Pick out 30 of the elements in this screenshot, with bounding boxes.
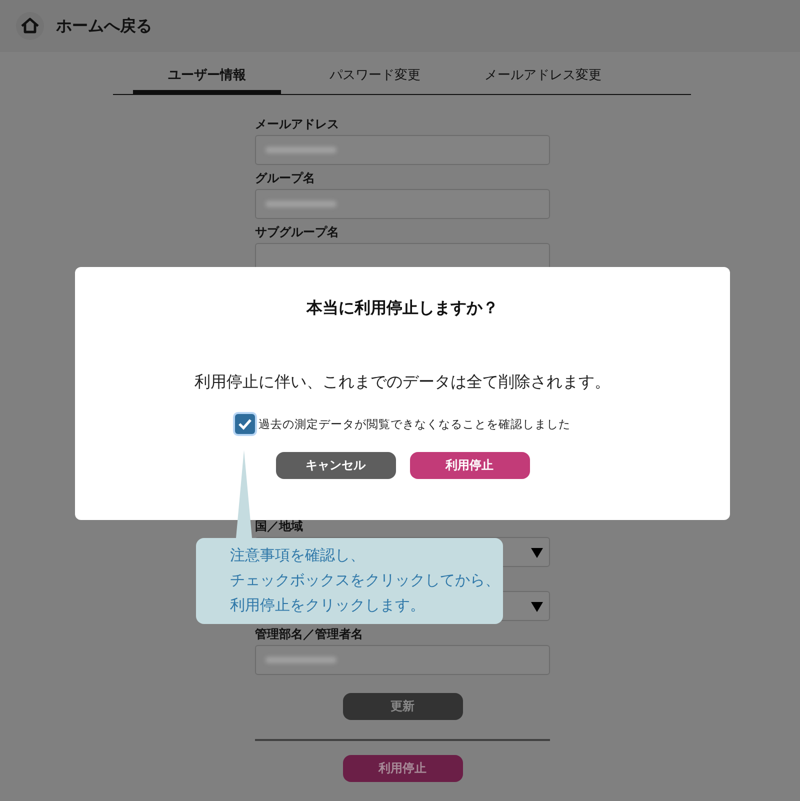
input-field[interactable] (255, 189, 550, 219)
field-label: グループ名 (255, 170, 316, 186)
checkmark-icon (238, 418, 252, 430)
dialog-message: 利用停止に伴い、これまでのデータは全て削除されます。 (194, 372, 610, 393)
field-label: サブグループ名 (255, 224, 340, 240)
redacted-value (266, 147, 336, 153)
dropdown-caret-icon (531, 602, 543, 612)
home-icon[interactable] (16, 12, 44, 40)
field-label: メールアドレス (255, 116, 340, 132)
callout-text: 注意事項を確認し、 (230, 545, 365, 566)
tab[interactable]: ユーザー情報 (133, 64, 281, 94)
confirm-button[interactable]: 利用停止 (410, 452, 530, 479)
update-button[interactable]: 更新 (342, 693, 462, 720)
callout-text: チェックボックスをクリックしてから、 (230, 570, 500, 591)
checkbox-label[interactable]: 過去の測定データが閲覧できなくなることを確認しました (258, 416, 570, 432)
input-field[interactable] (255, 645, 550, 675)
field-label: 管理部名／管理者名 (255, 626, 364, 642)
redacted-value (266, 657, 336, 663)
checkbox[interactable] (234, 414, 254, 434)
redacted-value (266, 201, 336, 207)
dialog-title: 本当に利用停止しますか？ (306, 298, 498, 319)
deactivate-button[interactable]: 利用停止 (342, 755, 462, 782)
callout-text: 利用停止をクリックします。 (230, 595, 425, 616)
tab[interactable]: パスワード変更 (301, 64, 449, 94)
input-field[interactable] (255, 135, 550, 165)
back-home-link[interactable]: ホームへ戻る (56, 16, 152, 36)
cancel-button[interactable]: キャンセル (276, 452, 396, 479)
tab[interactable]: メールアドレス変更 (469, 64, 617, 94)
field-label: 国／地域 (255, 518, 304, 534)
dropdown-caret-icon (531, 548, 543, 558)
